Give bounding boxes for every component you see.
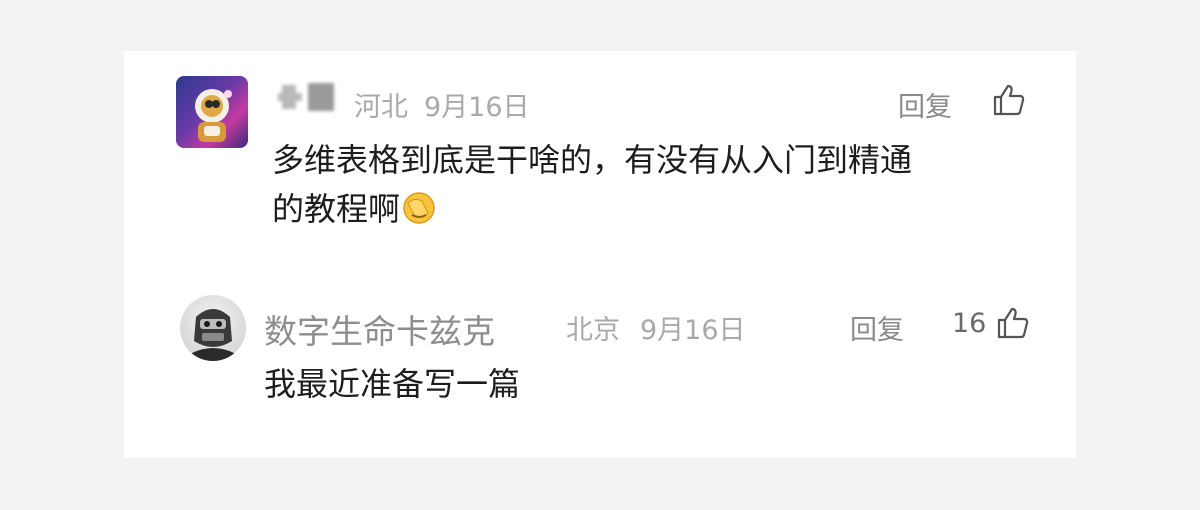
comment-text-line-2: 的教程啊 — [272, 183, 436, 235]
comment-date: 9月16日 — [640, 315, 746, 346]
like-count: 16 — [952, 308, 987, 339]
comment-text-span: 的教程啊 — [272, 190, 401, 228]
face-palm-emoji-icon — [403, 192, 435, 224]
reply-button[interactable]: 回复 — [898, 85, 952, 124]
comment-username[interactable]: 数字生命卡兹克 — [264, 305, 495, 353]
comment-text-line: 多维表格到底是干啥的，有没有从入门到精通 — [272, 141, 913, 179]
thumbs-up-icon[interactable] — [996, 306, 1030, 340]
comment-date: 9月16日 — [424, 92, 530, 123]
comments-card: 河北 9月16日 回复 多维表格到底是干啥的，有没有从入门到精通 的教程啊 数字… — [124, 51, 1076, 458]
comment-item: 河北 9月16日 回复 多维表格到底是干啥的，有没有从入门到精通 的教程啊 — [124, 51, 1076, 241]
robot-avatar-icon — [195, 89, 232, 142]
avatar[interactable] — [176, 76, 248, 148]
comment-item: 数字生命卡兹克 北京 9月16日 回复 16 我最近准备写一篇 — [124, 276, 1076, 458]
avatar[interactable] — [180, 295, 246, 361]
robot-head-avatar-icon — [192, 309, 234, 361]
comment-text-line: 我最近准备写一篇 — [264, 365, 521, 403]
comment-location: 北京 — [566, 315, 620, 346]
thumbs-up-icon[interactable] — [992, 83, 1026, 117]
comment-location: 河北 — [354, 92, 408, 123]
reply-button[interactable]: 回复 — [850, 308, 904, 347]
username-blurred[interactable] — [278, 81, 340, 115]
